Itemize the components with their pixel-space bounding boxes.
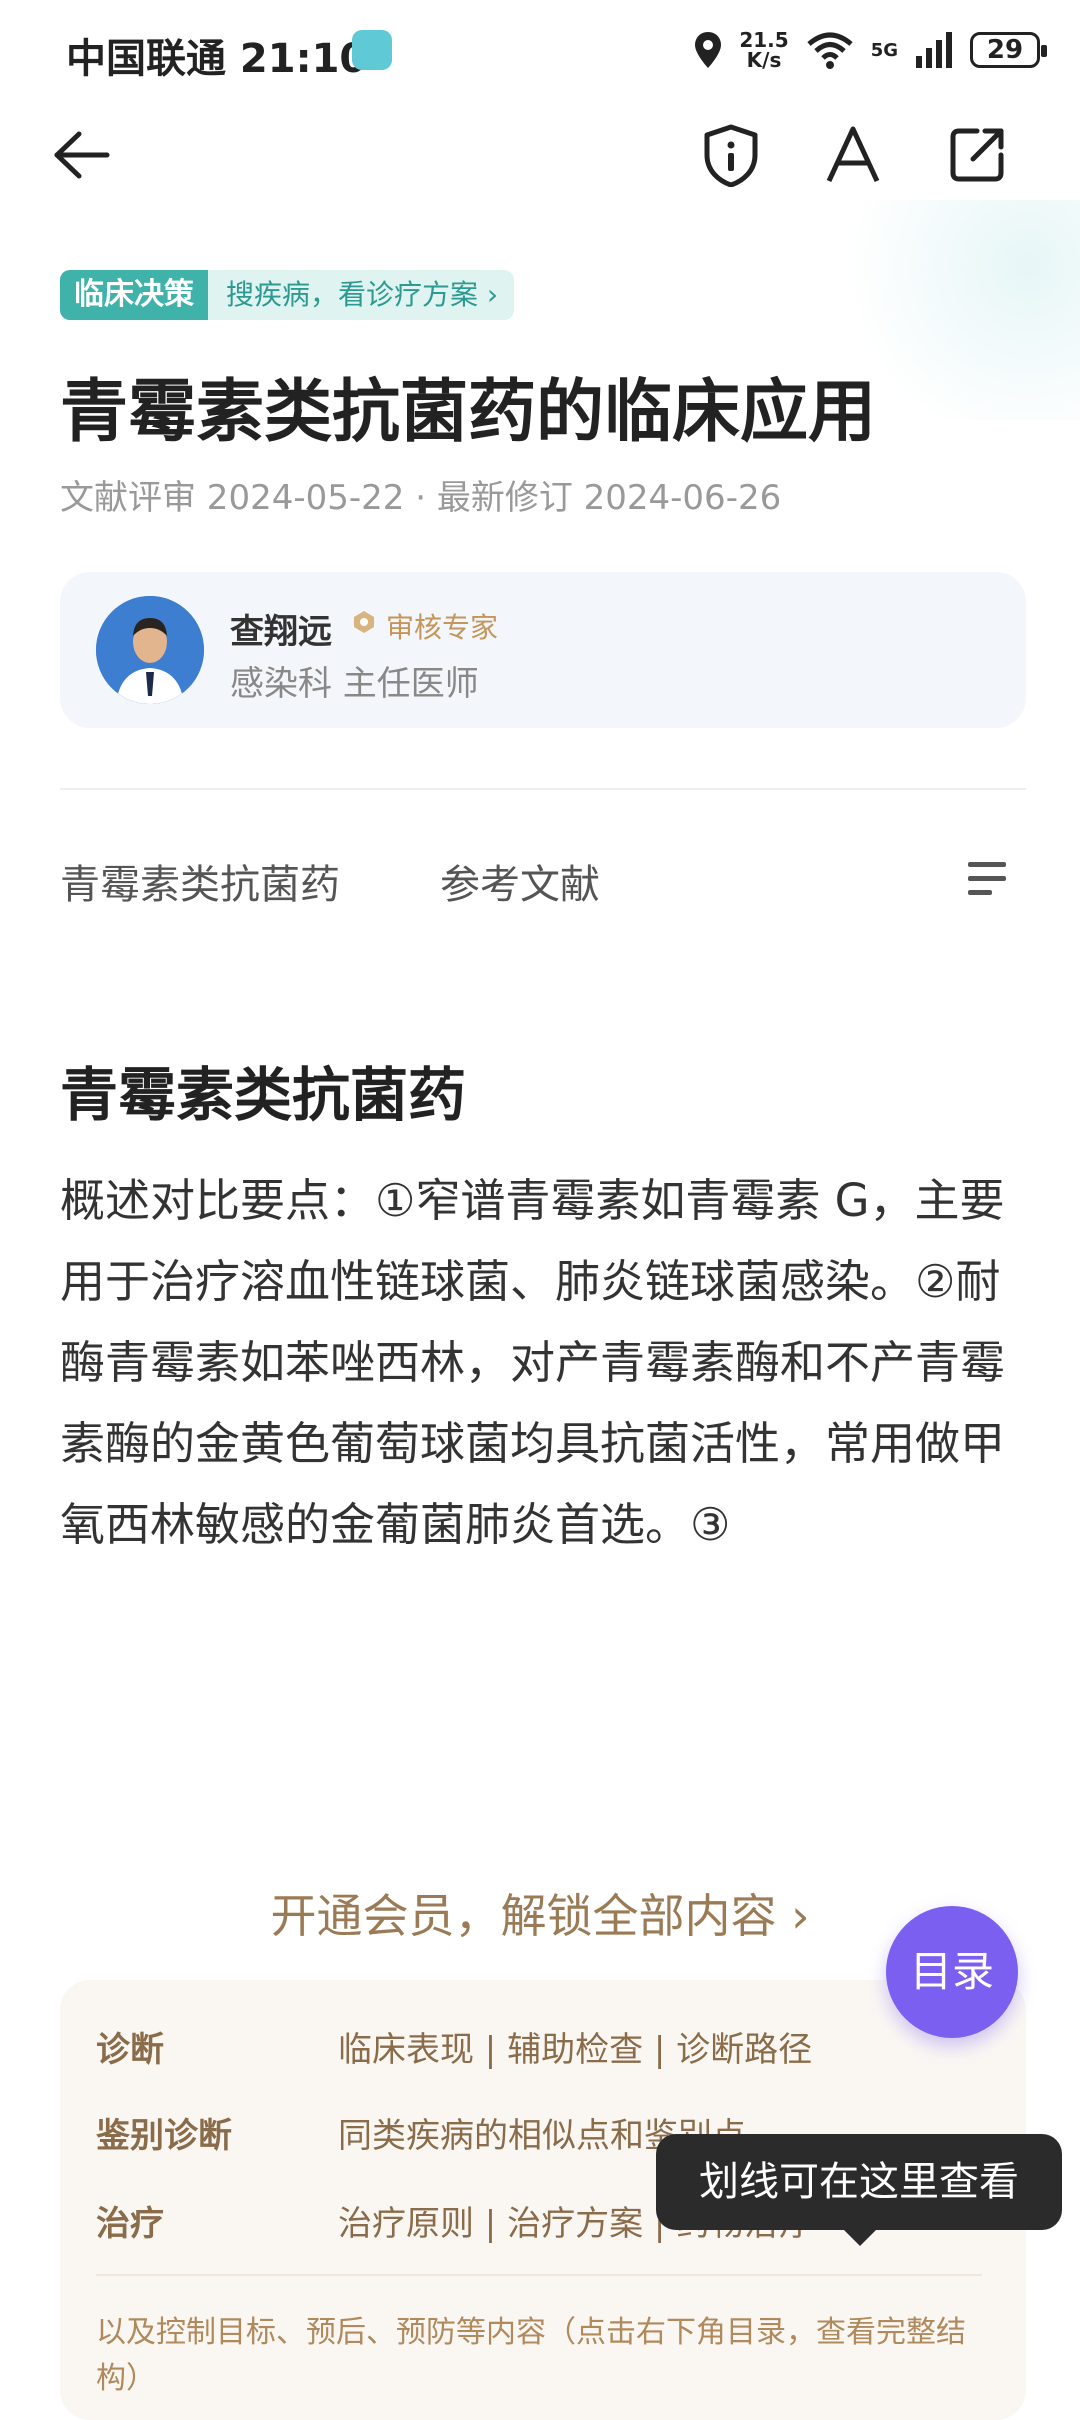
expert-badge-icon [354, 611, 374, 633]
tab-references[interactable]: 参考文献 [440, 852, 600, 910]
paywall-row-label: 鉴别诊断 [96, 2116, 232, 2156]
back-button[interactable] [48, 122, 114, 188]
highlight-tooltip: 划线可在这里查看 [656, 2134, 1062, 2230]
section-body[interactable]: 概述对比要点：①窄谱青霉素如青霉素 G，主要用于治疗溶血性链球菌、肺炎链球菌感染… [60, 1160, 1030, 1565]
arrow-left-icon [54, 131, 110, 179]
shield-info-icon [704, 124, 758, 187]
font-size-button[interactable] [820, 122, 886, 188]
author-name: 查翔远 [230, 612, 332, 652]
outline-menu-button[interactable] [960, 856, 1016, 902]
avatar[interactable] [96, 596, 204, 704]
font-size-icon [826, 126, 880, 183]
article-meta: 文献评审 2024-05-22 · 最新修订 2024-06-26 [60, 478, 782, 518]
tag-label: 临床决策 [60, 270, 208, 320]
share-icon [950, 128, 1004, 182]
expert-badge: 审核专家 [386, 611, 499, 644]
author-department: 感染科 主任医师 [230, 664, 479, 704]
carrier-time: 中国联通 21:10 [66, 36, 368, 82]
person-icon [96, 596, 204, 704]
tooltip-arrow [842, 2228, 878, 2246]
clinical-decision-tag[interactable]: 临床决策 搜疾病，看诊疗方案 › [60, 270, 515, 320]
paywall-row-label: 治疗 [96, 2204, 164, 2244]
wifi-icon [807, 32, 853, 69]
menu-icon [968, 862, 1006, 895]
battery-indicator: 29 [970, 32, 1047, 68]
paywall-footer: 以及控制目标、预后、预防等内容（点击右下角目录，查看完整结构） [96, 2315, 966, 2396]
status-bar: 中国联通 21:10 21.5 K/s 5G 29 [0, 0, 1080, 100]
magic-app-icon [352, 30, 392, 70]
location-icon [695, 32, 722, 68]
divider [60, 788, 1026, 790]
paywall-row-label: 诊断 [96, 2030, 164, 2070]
cell-type: 5G [870, 39, 898, 61]
paywall-divider [96, 2274, 982, 2276]
toc-button[interactable]: 目录 [886, 1906, 1018, 2038]
status-icons: 21.5 K/s 5G 29 [693, 26, 1047, 74]
tab-penicillin[interactable]: 青霉素类抗菌药 [60, 852, 340, 910]
share-button[interactable] [944, 122, 1010, 188]
section-title: 青霉素类抗菌药 [60, 1061, 467, 1129]
paywall-row-value: 临床表现 | 辅助检查 | 诊断路径 [338, 2030, 813, 2070]
disclaimer-button[interactable] [698, 122, 764, 188]
signal-icon [916, 32, 952, 68]
net-speed: 21.5 K/s [739, 28, 789, 72]
article-title: 青霉素类抗菌药的临床应用 [60, 373, 877, 452]
tag-link[interactable]: 搜疾病，看诊疗方案 › [208, 270, 514, 320]
author-card[interactable] [60, 572, 1026, 728]
